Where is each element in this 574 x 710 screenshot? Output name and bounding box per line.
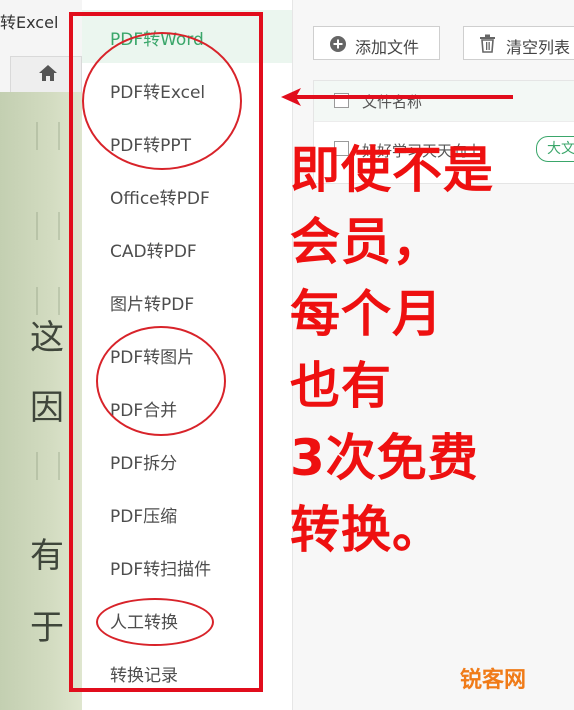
- faint-glyph: [36, 212, 60, 240]
- clear-list-button[interactable]: 清空列表: [463, 26, 574, 60]
- faint-glyph: [36, 452, 60, 480]
- faint-glyph: [36, 122, 60, 150]
- home-icon: [39, 65, 57, 81]
- document-text-line: 这: [30, 318, 64, 358]
- annotation-line: 即使不是: [290, 141, 494, 199]
- document-text-line: 因: [30, 388, 64, 428]
- watermark-logo: 锐客网: [459, 668, 526, 693]
- annotation-circle: [96, 598, 214, 646]
- annotation-circle: [82, 32, 242, 170]
- annotation-line: 每个月: [290, 285, 443, 343]
- annotation-line: 3次免费: [290, 429, 479, 487]
- arrow-left-icon: [281, 88, 513, 106]
- document-text-line: 有: [30, 536, 64, 576]
- annotation-line: 也有: [290, 357, 392, 415]
- window-title: 转Excel: [0, 13, 59, 32]
- annotation-line: 转换。: [290, 501, 443, 559]
- annotation-line: 会员，: [290, 213, 443, 271]
- add-circle-icon: [330, 36, 346, 52]
- trash-icon: [480, 34, 495, 53]
- clear-list-label: 清空列表: [506, 38, 571, 57]
- file-size-badge: 大文: [536, 136, 574, 162]
- annotation-circle: [96, 326, 226, 436]
- add-file-button[interactable]: 添加文件: [313, 26, 440, 60]
- add-file-label: 添加文件: [355, 38, 420, 57]
- document-text-line: 于: [30, 608, 64, 648]
